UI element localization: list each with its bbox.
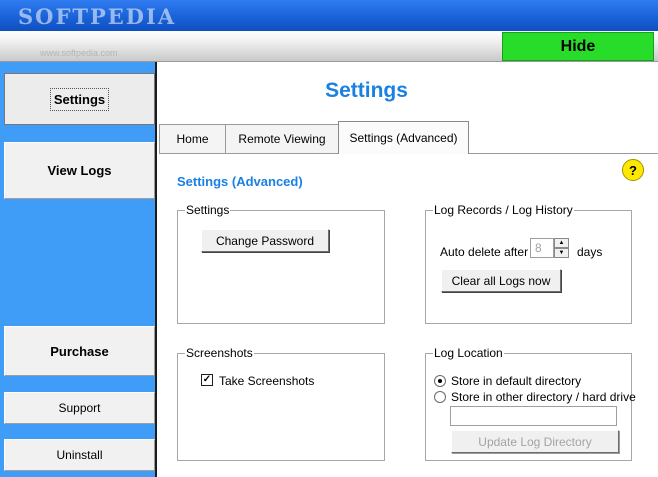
sidebar: Settings View Logs Purchase Support Unin… [0, 62, 157, 477]
tab-settings-advanced[interactable]: Settings (Advanced) [338, 121, 469, 154]
sidebar-item-label: Support [58, 401, 101, 415]
default-directory-radio[interactable] [434, 375, 446, 387]
days-label: days [577, 245, 603, 259]
settings-group: Settings Change Password [177, 203, 385, 324]
default-directory-label: Store in default directory [451, 374, 582, 388]
sidebar-item-uninstall[interactable]: Uninstall [4, 439, 155, 471]
group-label: Log Location [433, 346, 504, 360]
sidebar-item-label: Uninstall [56, 448, 103, 462]
sidebar-item-label: View Logs [47, 163, 112, 178]
sidebar-item-view-logs[interactable]: View Logs [4, 142, 155, 199]
help-button[interactable]: ? [622, 159, 644, 181]
other-directory-label: Store in other directory / hard drive [451, 390, 636, 404]
watermark-url: www.softpedia.com [40, 48, 118, 58]
sidebar-item-purchase[interactable]: Purchase [4, 326, 155, 376]
tab-panel: ? Settings (Advanced) Settings Change Pa… [159, 153, 658, 477]
other-directory-radio[interactable] [434, 391, 446, 403]
change-password-button[interactable]: Change Password [201, 229, 329, 252]
take-screenshots-checkbox[interactable]: ✓ [201, 374, 213, 386]
tab-home[interactable]: Home [159, 124, 226, 153]
group-label: Screenshots [185, 346, 254, 360]
log-records-group: Log Records / Log History Auto delete af… [425, 203, 632, 324]
take-screenshots-label: Take Screenshots [219, 374, 315, 388]
group-label: Settings [185, 203, 231, 217]
sidebar-item-label: Settings [49, 87, 110, 111]
directory-input[interactable] [450, 406, 617, 426]
sidebar-item-label: Purchase [50, 343, 109, 359]
log-location-group: Log Location Store in default directory … [425, 346, 636, 461]
spin-down-icon[interactable]: ▼ [554, 248, 569, 258]
section-title: Settings (Advanced) [177, 174, 303, 189]
update-log-directory-button[interactable]: Update Log Directory [451, 430, 619, 453]
group-label: Log Records / Log History [433, 203, 574, 217]
tab-remote-viewing[interactable]: Remote Viewing [225, 124, 339, 153]
clear-all-logs-button[interactable]: Clear all Logs now [441, 269, 561, 292]
auto-delete-days-input[interactable]: 8 [530, 238, 554, 258]
screenshots-group: Screenshots ✓ Take Screenshots [177, 346, 385, 461]
sidebar-item-settings[interactable]: Settings [4, 73, 155, 125]
watermark: SOFTPEDIA [18, 4, 177, 29]
main-content: Settings Home Remote Viewing Settings (A… [159, 62, 658, 477]
auto-delete-label: Auto delete after [440, 245, 529, 259]
spin-up-icon[interactable]: ▲ [554, 238, 569, 248]
title-bar: SOFTPEDIA [0, 0, 658, 31]
page-title: Settings [325, 79, 408, 102]
hide-button[interactable]: Hide [502, 32, 654, 61]
days-spinner: ▲ ▼ [554, 238, 569, 258]
sidebar-item-support[interactable]: Support [4, 392, 155, 424]
checkmark-icon: ✓ [202, 374, 212, 385]
